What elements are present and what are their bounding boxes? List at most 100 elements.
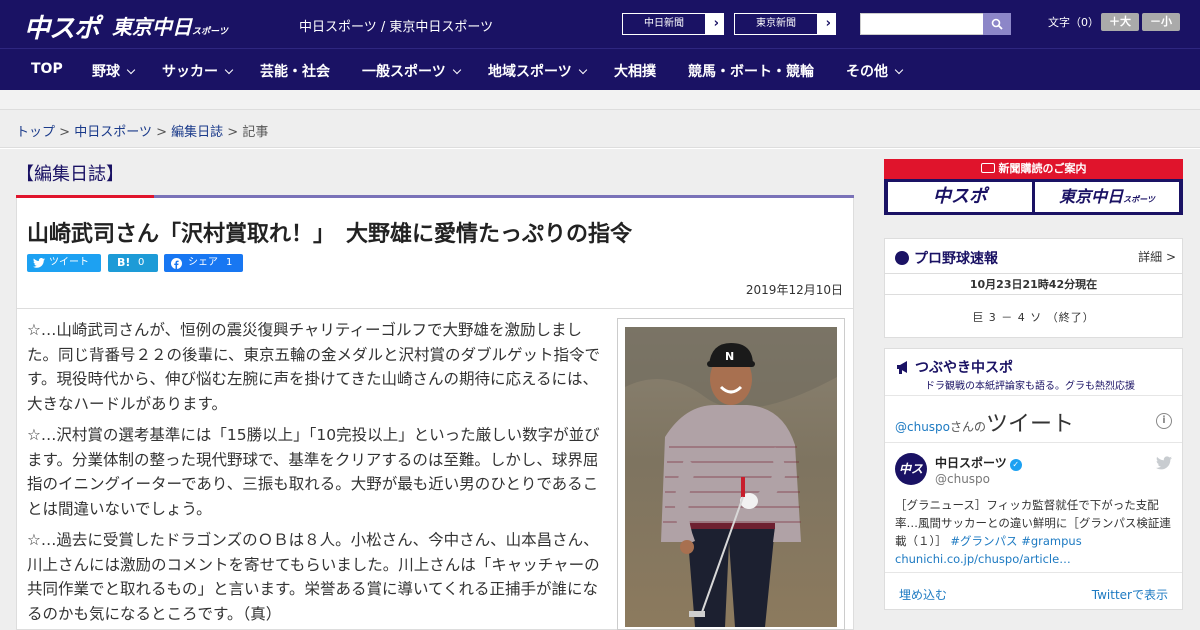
verified-icon: ✓ <box>1009 459 1022 471</box>
subscribe-tokyo-chunichi-button[interactable]: 東京中日スポーツ <box>1035 182 1179 212</box>
twitter-panel-title: つぶやき中スポ <box>895 357 1013 377</box>
chevron-down-icon <box>894 65 904 75</box>
article-photo-frame: N <box>617 318 845 630</box>
hatena-count: 0 <box>138 257 145 268</box>
baseball-detail-link[interactable]: 詳細 > <box>1138 248 1176 265</box>
nav-item-regional-sports[interactable]: 地域スポーツ <box>488 61 587 81</box>
nav-item-general-sports[interactable]: 一般スポーツ <box>362 61 461 81</box>
tweet-hashtags[interactable]: #グランパス #grampus <box>950 534 1081 548</box>
baseball-panel-title-text: プロ野球速報 <box>914 251 998 267</box>
twitter-timeline-widget: @chuspoさんのツイート i 中スポ 中日スポーツ ✓ @chuspo ［グラ… <box>885 395 1182 602</box>
tweet-author-name-text: 中日スポーツ <box>935 456 1007 470</box>
tweet-author-handle[interactable]: @chuspo <box>935 472 990 486</box>
golfer-photo-illustration: N <box>625 327 837 627</box>
avatar[interactable]: 中スポ <box>895 453 927 508</box>
facebook-share-button[interactable]: シェア 1 <box>164 254 243 272</box>
font-bigger-button[interactable]: ＋大 <box>1101 13 1139 31</box>
ext-link-label: 東京新聞 <box>735 14 817 34</box>
chevron-down-icon <box>578 65 587 75</box>
article-headline: 山崎武司さん「沢村賞取れ！」 大野雄に愛情たっぷりの指令 <box>27 222 633 247</box>
twitter-footer-separator <box>885 572 1182 573</box>
nav-item-label: 地域スポーツ <box>488 64 572 80</box>
twitter-view-link[interactable]: Twitterで表示 <box>1092 586 1168 603</box>
info-icon[interactable]: i <box>1156 413 1172 429</box>
hatena-icon: B! <box>117 256 131 269</box>
tokyo-shimbun-link[interactable]: 東京新聞 › <box>734 13 836 35</box>
twitter-timeline-san: さんの <box>950 420 987 434</box>
breadcrumb: トップ > 中日スポーツ > 編集日誌 > 記事 <box>16 121 268 140</box>
breadcrumb-separator: > <box>227 125 239 140</box>
newspaper-icon <box>980 163 995 173</box>
twitter-bird-icon[interactable] <box>1156 456 1172 470</box>
baseball-score-panel: プロ野球速報 詳細 > 10月23日21時42分現在 巨 3 － 4 ソ （終了… <box>884 238 1183 338</box>
section-title: 【編集日誌】 <box>16 164 124 185</box>
nav-item-other[interactable]: その他 <box>846 61 904 81</box>
facebook-icon <box>171 258 182 269</box>
nav-item-label: 野球 <box>92 64 120 80</box>
nav-item-label: その他 <box>846 64 888 80</box>
twitter-embed-link[interactable]: 埋め込む <box>899 586 947 603</box>
font-smaller-button[interactable]: －小 <box>1142 13 1180 31</box>
article-paragraph: ☆…山崎武司さんが、恒例の震災復興チャリティーゴルフで大野雄を激励しました。同じ… <box>27 321 601 413</box>
twitter-panel: つぶやき中スポ ドラ観戦の本紙評論家も語る。グラも熱烈応援 @chuspoさんの… <box>884 348 1183 610</box>
chevron-down-icon <box>224 65 234 75</box>
search-input[interactable] <box>860 13 984 35</box>
breadcrumb-item-top[interactable]: トップ <box>16 125 55 140</box>
nav-item-label: 大相撲 <box>614 64 656 80</box>
subscription-banner[interactable]: 新聞購読のご案内 中スポ 東京中日スポーツ <box>884 159 1183 215</box>
tokyo-chunichi-logo-text: 東京中日 <box>112 15 192 39</box>
breadcrumb-item-chuspo[interactable]: 中日スポーツ <box>74 125 152 140</box>
twitter-timeline-title: ツイート <box>986 412 1075 437</box>
baseball-score-timestamp: 10月23日21時42分現在 <box>885 273 1182 295</box>
tweet-link[interactable]: chunichi.co.jp/chuspo/article… <box>895 552 1071 566</box>
nav-item-label: 一般スポーツ <box>362 64 446 80</box>
site-header: 中スポ 東京中日スポーツ 中日スポーツ / 東京中日スポーツ 中日新聞 › 東京… <box>0 0 1200 48</box>
baseball-score-line[interactable]: 巨 3 － 4 ソ （終了） <box>885 309 1182 325</box>
subscribe-tokyo-chunichi-label: 東京中日 <box>1059 187 1124 206</box>
breadcrumb-separator: > <box>59 125 71 140</box>
chuspo-logo[interactable]: 中スポ <box>24 8 100 45</box>
tweet-author-name[interactable]: 中日スポーツ ✓ <box>935 454 1022 471</box>
hatena-bookmark-button[interactable]: B! 0 <box>108 254 158 272</box>
twitter-panel-subtitle: ドラ観戦の本紙評論家も語る。グラも熱烈応援 <box>925 381 1135 392</box>
tweet-label: ツイート <box>49 257 89 268</box>
article-date: 2019年12月10日 <box>745 283 843 297</box>
twitter-panel-title-text: つぶやき中スポ <box>915 360 1013 376</box>
svg-text:N: N <box>725 350 734 363</box>
chevron-down-icon <box>126 65 136 75</box>
article-divider <box>17 308 853 309</box>
breadcrumb-item-diary[interactable]: 編集日誌 <box>171 125 223 140</box>
nav-item-sumo[interactable]: 大相撲 <box>614 61 656 81</box>
breadcrumb-current: 記事 <box>242 125 269 140</box>
breadcrumb-bar: トップ > 中日スポーツ > 編集日誌 > 記事 <box>0 110 1200 148</box>
facebook-share-count: 1 <box>226 257 233 268</box>
nav-item-top[interactable]: TOP <box>31 61 63 77</box>
subscription-banner-title: 新聞購読のご案内 <box>884 159 1183 179</box>
nav-item-label: TOP <box>31 61 63 77</box>
nav-item-baseball[interactable]: 野球 <box>92 61 136 81</box>
article-photo[interactable]: N <box>625 327 837 627</box>
header-spacer <box>0 90 1200 110</box>
twitter-bird-icon <box>33 258 45 268</box>
tokyo-chunichi-logo[interactable]: 東京中日スポーツ <box>112 11 228 40</box>
twitter-timeline-handle[interactable]: @chuspo <box>895 420 950 434</box>
site-name-link[interactable]: 中日スポーツ / 東京中日スポーツ <box>299 16 493 35</box>
facebook-share-label: シェア <box>188 257 218 268</box>
ext-link-label: 中日新聞 <box>623 14 705 34</box>
tweet-button[interactable]: ツイート <box>27 254 101 272</box>
subscribe-chuspo-button[interactable]: 中スポ <box>888 182 1032 212</box>
twitter-separator <box>885 442 1182 443</box>
nav-item-racing[interactable]: 競馬・ボート・競輪 <box>688 61 814 81</box>
search-button[interactable] <box>983 13 1011 35</box>
font-size-label: 文字（0） <box>1048 16 1099 29</box>
nav-item-label: 芸能・社会 <box>260 64 330 80</box>
nav-item-soccer[interactable]: サッカー <box>162 61 234 81</box>
chevron-down-icon <box>452 65 461 75</box>
article-body: ☆…山崎武司さんが、恒例の震災復興チャリティーゴルフで大野雄を激励しました。同じ… <box>27 318 607 630</box>
article-paragraph: ☆…沢村賞の選考基準には「15勝以上」「10完投以上」といった厳しい数字が並びま… <box>27 426 600 518</box>
article-paragraph: ☆…過去に受賞したドラゴンズのＯＢは８人。小松さん、今中さん、山本昌さん、川上さ… <box>27 531 600 623</box>
baseball-panel-title: プロ野球速報 <box>895 248 998 268</box>
nav-item-entertainment[interactable]: 芸能・社会 <box>260 61 330 81</box>
chunichi-shimbun-link[interactable]: 中日新聞 › <box>622 13 724 35</box>
subscribe-tokyo-chunichi-sub: スポーツ <box>1123 195 1155 204</box>
